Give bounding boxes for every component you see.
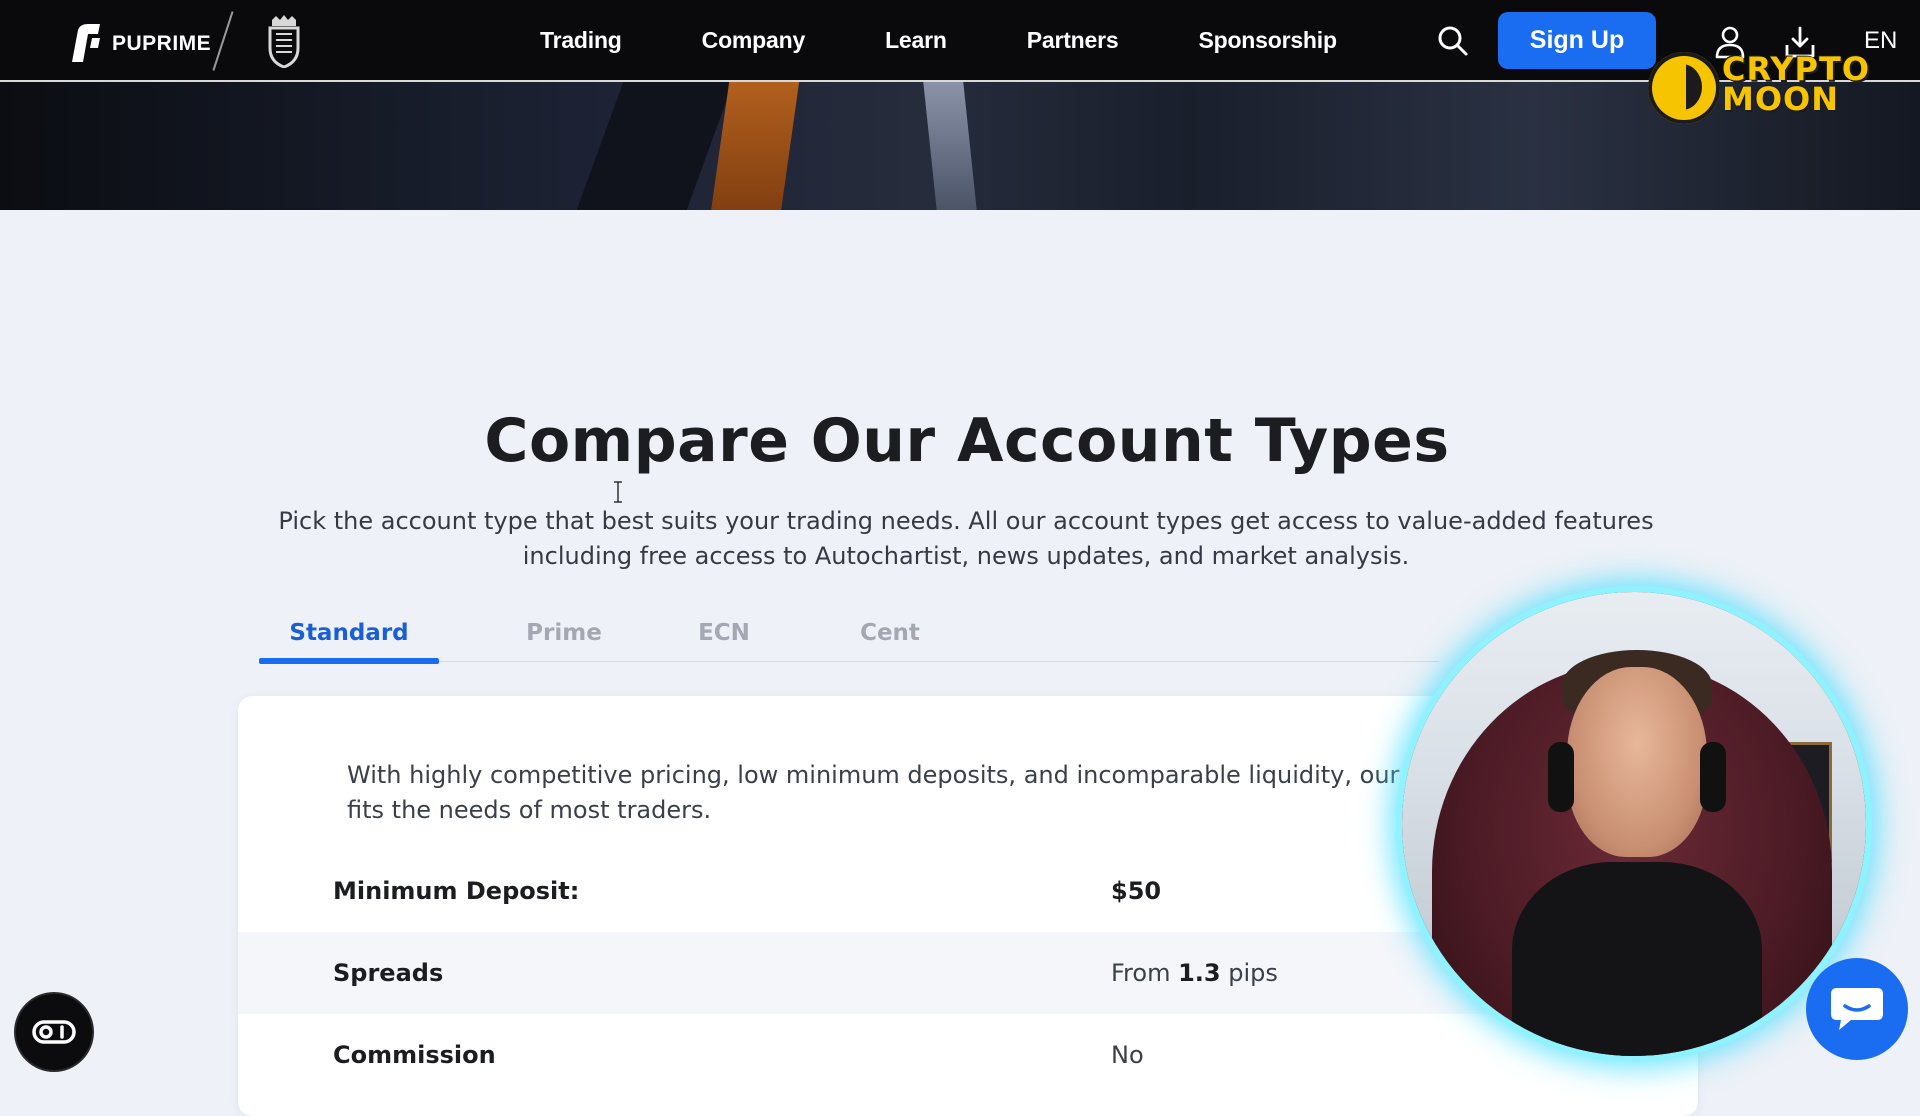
nav-trading[interactable]: Trading bbox=[540, 27, 622, 54]
hero-banner-image bbox=[0, 82, 1920, 210]
crypto-moon-watermark: CRYPTO MOON bbox=[1722, 53, 1869, 118]
nav-partners[interactable]: Partners bbox=[1027, 27, 1119, 54]
headset-icon bbox=[1548, 742, 1574, 812]
accessibility-icon bbox=[32, 1020, 76, 1044]
search-icon[interactable] bbox=[1436, 24, 1470, 58]
page-subtitle: Pick the account type that best suits yo… bbox=[278, 507, 1654, 570]
headset-icon bbox=[1700, 742, 1726, 812]
streamer-webcam-overlay bbox=[1402, 592, 1866, 1056]
row-value: From 1.3 pips bbox=[1111, 932, 1278, 1014]
crypto-moon-logo-icon bbox=[1648, 52, 1720, 124]
puprime-logo-icon bbox=[72, 24, 100, 62]
webcam-person-body bbox=[1512, 862, 1762, 1056]
watermark-line-2: MOON bbox=[1722, 80, 1840, 118]
nav-company[interactable]: Company bbox=[702, 27, 806, 54]
hero-collar bbox=[923, 82, 977, 210]
live-chat-button[interactable] bbox=[1806, 958, 1908, 1060]
logo-divider bbox=[212, 11, 234, 71]
minimum-deposit-value: $50 bbox=[1111, 877, 1162, 905]
row-value: $50 bbox=[1111, 850, 1161, 932]
tab-prime[interactable]: Prime bbox=[489, 620, 639, 662]
tab-ecn[interactable]: ECN bbox=[659, 620, 789, 662]
spreads-prefix: From bbox=[1111, 959, 1171, 987]
main-menu: Trading Company Learn Partners Sponsorsh… bbox=[540, 0, 1337, 80]
row-label: Spreads bbox=[333, 959, 444, 987]
tab-cent[interactable]: Cent bbox=[825, 620, 955, 662]
tab-standard[interactable]: Standard bbox=[259, 620, 439, 664]
webcam-person-head bbox=[1567, 667, 1707, 857]
accessibility-button[interactable] bbox=[16, 994, 92, 1070]
nav-sponsorship[interactable]: Sponsorship bbox=[1198, 27, 1337, 54]
row-value: No bbox=[1111, 1041, 1144, 1069]
sign-up-button[interactable]: Sign Up bbox=[1498, 12, 1656, 69]
row-label: Commission bbox=[333, 1041, 496, 1069]
account-type-tabs: Standard Prime ECN Cent bbox=[259, 620, 1439, 664]
row-label: Minimum Deposit: bbox=[333, 877, 580, 905]
chat-bubble-icon bbox=[1831, 988, 1883, 1030]
spreads-unit: pips bbox=[1228, 959, 1278, 987]
brand-name: PUPRIME bbox=[112, 32, 212, 55]
afa-crest-icon[interactable] bbox=[264, 14, 304, 68]
nav-learn[interactable]: Learn bbox=[885, 27, 947, 54]
page-title: Compare Our Account Types bbox=[484, 406, 1450, 476]
text-cursor-icon bbox=[614, 481, 622, 503]
top-navigation: PUPRIME Trading Company Learn Partners S… bbox=[0, 0, 1920, 82]
puprime-logo[interactable]: PUPRIME bbox=[62, 22, 211, 66]
hero-lapel bbox=[576, 82, 734, 210]
spreads-value: 1.3 bbox=[1178, 959, 1221, 987]
